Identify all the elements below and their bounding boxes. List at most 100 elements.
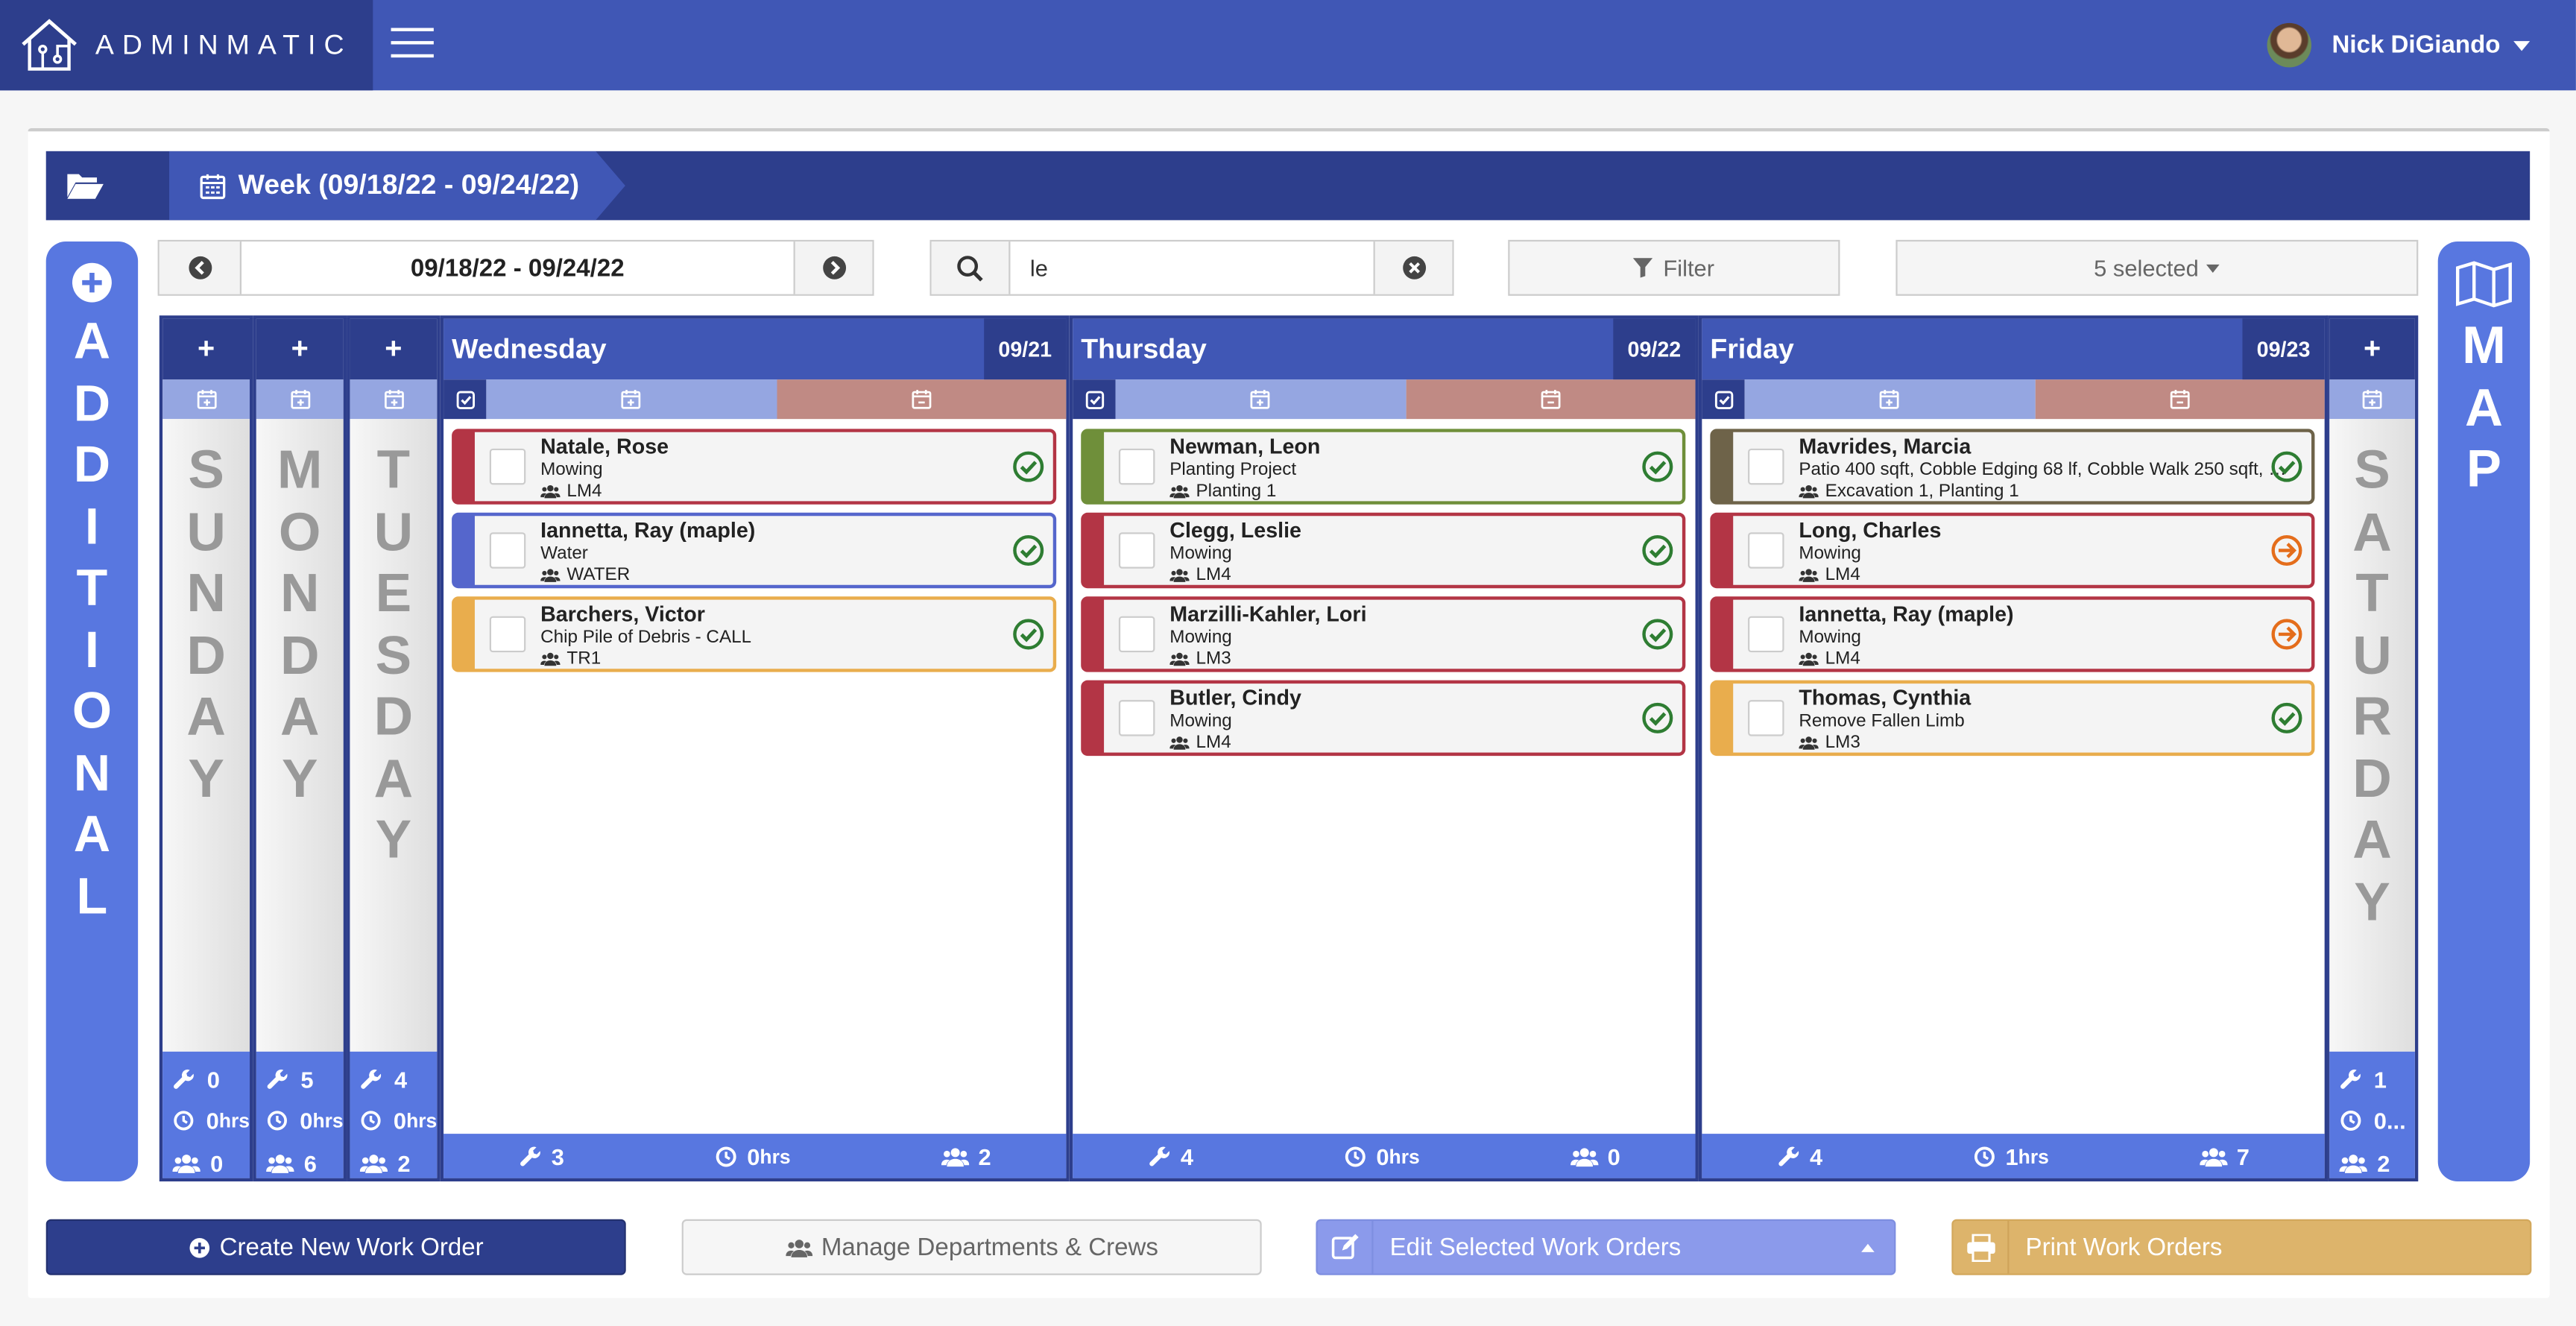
select-checkbox[interactable] [1748,616,1784,653]
select-all-icon[interactable] [1702,379,1745,420]
select-checkbox[interactable] [1118,700,1155,736]
day-header[interactable]: Wednesday 09/21 [443,318,1067,380]
select-checkbox[interactable] [489,448,526,485]
crew-label: WATER [540,565,630,585]
select-checkbox[interactable] [1118,448,1155,485]
select-all-icon[interactable] [443,379,487,420]
prev-week-button[interactable] [159,241,242,294]
work-order-card[interactable]: Clegg, Leslie Mowing LM4 [1081,512,1686,589]
print-work-orders-button[interactable]: Print Work Orders [1951,1219,2532,1275]
work-order-card[interactable]: Long, Charles Mowing LM4 [1710,512,2315,589]
work-order-card[interactable]: Iannetta, Ray (maple) Water WATER [452,512,1057,589]
calendar-minus-icon[interactable] [1405,379,1696,420]
users-icon [1169,567,1189,584]
select-checkbox[interactable] [1748,448,1784,485]
work-order-card[interactable]: Marzilli-Kahler, Lori Mowing LM3 [1081,596,1686,672]
work-order-count: 4 [1180,1143,1194,1169]
edit-selected-button[interactable]: Edit Selected Work Orders [1316,1219,1896,1275]
filter-button[interactable]: Filter [1508,239,1840,296]
work-order-card[interactable]: Natale, Rose Mowing LM4 [452,429,1057,505]
saturday-label[interactable]: SATURDAY [2352,439,2392,932]
date-range-display[interactable]: 09/18/22 - 09/24/22 [242,254,794,282]
check-circle-icon[interactable] [1012,534,1045,566]
work-order-card[interactable]: Newman, Leon Planting Project Planting 1 [1081,429,1686,505]
calendar-minus-icon[interactable] [776,379,1067,420]
thursday-column: Thursday 09/22 Newman, Leon Planting Pro… [1069,315,1699,1182]
calendar-plus-icon[interactable] [2329,379,2415,420]
create-work-order-button[interactable]: Create New Work Order [45,1219,626,1275]
users-icon [1169,483,1189,499]
calendar-plus-icon[interactable] [1744,379,2035,420]
check-circle-icon[interactable] [1641,534,1674,566]
crew-label: Excavation 1, Planting 1 [1799,482,2019,501]
check-circle-icon[interactable] [1012,450,1045,483]
menu-toggle-icon[interactable] [391,28,434,60]
select-checkbox[interactable] [1748,532,1784,569]
calendar-plus-icon[interactable] [486,379,777,420]
add-tuesday-button[interactable]: + [350,318,438,380]
select-checkbox[interactable] [1748,700,1784,736]
add-saturday-button[interactable]: + [2329,318,2415,380]
arrow-circle-right-icon[interactable] [2270,618,2303,651]
arrow-circle-right-icon[interactable] [2270,534,2303,566]
select-checkbox[interactable] [489,616,526,653]
add-sunday-button[interactable]: + [162,318,250,380]
label-letter: Y [375,808,412,870]
label-letter: D [73,435,111,493]
next-week-button[interactable] [793,241,873,294]
day-name: Thursday [1081,332,1207,364]
task-name: Mowing [1799,543,1861,564]
work-order-card[interactable]: Butler, Cindy Mowing LM4 [1081,680,1686,757]
calendar-plus-icon[interactable] [350,379,438,420]
check-circle-icon[interactable] [1641,450,1674,483]
folder-open-icon[interactable] [46,151,125,221]
calendar-plus-icon[interactable] [162,379,250,420]
users-icon [172,1152,200,1175]
crew-select-dropdown[interactable]: 5 selected [1895,239,2419,296]
chevron-up-icon[interactable] [1861,1243,1875,1252]
add-monday-button[interactable]: + [256,318,344,380]
manage-departments-button[interactable]: Manage Departments & Crews [681,1219,1262,1275]
calendar-plus-icon[interactable] [256,379,344,420]
check-circle-icon[interactable] [2270,450,2303,483]
users-icon [1570,1144,1597,1167]
task-name: Mowing [1799,628,1861,648]
close-icon [1402,256,1425,280]
sunday-label[interactable]: SUNDAY [186,439,226,809]
map-sidebar[interactable]: MAP [2437,241,2531,1182]
select-all-icon[interactable] [1073,379,1116,420]
select-checkbox[interactable] [1118,616,1155,653]
monday-label[interactable]: MONDAY [277,439,323,809]
check-circle-icon[interactable] [2270,701,2303,734]
users-icon [1169,651,1189,667]
clear-search-button[interactable] [1373,241,1453,294]
brand-logo[interactable]: ADMINMATIC [0,0,373,91]
search-icon[interactable] [931,241,1011,294]
calendar-minus-icon[interactable] [2034,379,2325,420]
clock-icon [1972,1144,1995,1167]
calendar-plus-icon[interactable] [1115,379,1406,420]
hours-unit: hrs [218,1109,250,1133]
top-navbar: ADMINMATIC Nick DiGiando [0,0,2576,91]
select-checkbox[interactable] [489,532,526,569]
day-header[interactable]: Thursday 09/22 [1073,318,1696,380]
work-order-card[interactable]: Thomas, Cynthia Remove Fallen Limb LM3 [1710,680,2315,757]
user-menu[interactable]: Nick DiGiando [2267,22,2531,68]
work-order-card[interactable]: Iannetta, Ray (maple) Mowing LM4 [1710,596,2315,672]
select-checkbox[interactable] [1118,532,1155,569]
tuesday-label[interactable]: TUESDAY [374,439,414,871]
day-header[interactable]: Friday 09/23 [1702,318,2325,380]
check-circle-icon[interactable] [1012,618,1045,651]
additional-sidebar[interactable]: ADDITIONAL [45,241,139,1182]
work-order-card[interactable]: Barchers, Victor Chip Pile of Debris - C… [452,596,1057,672]
check-circle-icon[interactable] [1641,618,1674,651]
check-circle-icon[interactable] [1641,701,1674,734]
plus-circle-icon[interactable] [46,262,138,304]
work-order-card[interactable]: Mavrides, Marcia Patio 400 sqft, Cobble … [1710,429,2315,505]
day-date: 09/23 [2242,318,2325,380]
search-input[interactable]: le [1010,255,1373,281]
users-icon [540,651,560,667]
work-order-list: Mavrides, Marcia Patio 400 sqft, Cobble … [1702,419,2324,757]
sunday-column: + SUNDAY 0 0 hrs 0 [159,315,253,1182]
breadcrumb-week[interactable]: Week (09/18/22 - 09/24/22) [169,151,625,221]
